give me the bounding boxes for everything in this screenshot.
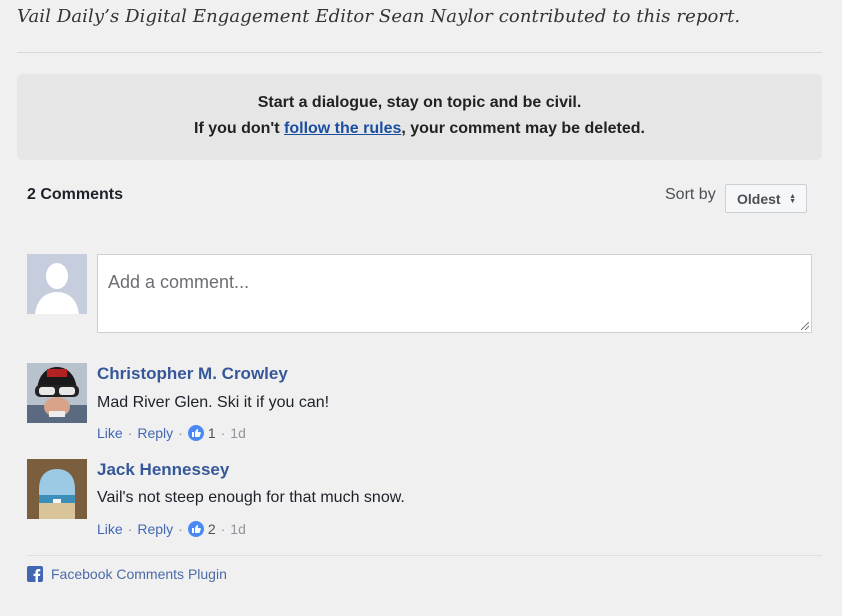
like-link[interactable]: Like: [97, 521, 123, 537]
reply-link[interactable]: Reply: [137, 521, 173, 537]
sort-value: Oldest: [737, 191, 781, 207]
commenter-avatar[interactable]: [27, 459, 87, 519]
like-count: 1: [207, 425, 216, 441]
notice-line-1: Start a dialogue, stay on topic and be c…: [257, 94, 582, 111]
separator-dot: ·: [178, 425, 183, 441]
divider: [27, 555, 822, 556]
comment-placeholder: Add a comment...: [108, 272, 250, 292]
thumbs-up-icon: [187, 425, 204, 441]
notice-text-after: , your comment may be deleted.: [401, 120, 645, 137]
divider: [17, 52, 822, 53]
community-rules-notice: Start a dialogue, stay on topic and be c…: [17, 74, 822, 160]
notice-text-before: If you don't: [194, 120, 285, 137]
beach-arch-avatar-icon: [27, 459, 87, 519]
separator-dot: ·: [220, 521, 226, 537]
follow-rules-link[interactable]: follow the rules: [284, 120, 401, 137]
default-user-icon: [27, 254, 87, 314]
commenter-avatar[interactable]: [27, 363, 87, 423]
comment-author-name[interactable]: Christopher M. Crowley: [97, 364, 288, 384]
reply-link[interactable]: Reply: [137, 425, 173, 441]
facebook-icon: [27, 566, 43, 582]
comment-count: 2 Comments: [27, 186, 124, 203]
like-link[interactable]: Like: [97, 425, 123, 441]
notice-line-2: If you don't follow the rules, your comm…: [17, 116, 822, 142]
thumbs-up-icon: [187, 521, 204, 537]
comment-actions: Like · Reply · 1 · 1d: [97, 425, 246, 441]
comment-age[interactable]: 1d: [230, 425, 246, 441]
sort-arrows-icon: ▲ ▼: [789, 193, 796, 205]
skier-avatar-icon: [27, 363, 87, 423]
resize-grip-icon[interactable]: [801, 322, 809, 330]
sort-select[interactable]: Oldest ▲ ▼: [725, 184, 807, 213]
comment-author-name[interactable]: Jack Hennessey: [97, 460, 229, 480]
current-user-avatar: [27, 254, 87, 314]
separator-dot: ·: [220, 425, 226, 441]
comment-input[interactable]: Add a comment...: [97, 254, 812, 333]
comment-age[interactable]: 1d: [230, 521, 246, 537]
comment-text: Vail's not steep enough for that much sn…: [97, 489, 405, 506]
facebook-plugin-footer[interactable]: Facebook Comments Plugin: [27, 566, 227, 582]
article-byline: Vail Daily’s Digital Engagement Editor S…: [17, 6, 741, 27]
separator-dot: ·: [178, 521, 183, 537]
comment-actions: Like · Reply · 2 · 1d: [97, 521, 246, 537]
like-count: 2: [207, 521, 216, 537]
footer-label: Facebook Comments Plugin: [51, 566, 227, 582]
sort-label: Sort by: [665, 186, 716, 203]
comment-text: Mad River Glen. Ski it if you can!: [97, 394, 330, 411]
separator-dot: ·: [127, 425, 133, 441]
separator-dot: ·: [127, 521, 133, 537]
